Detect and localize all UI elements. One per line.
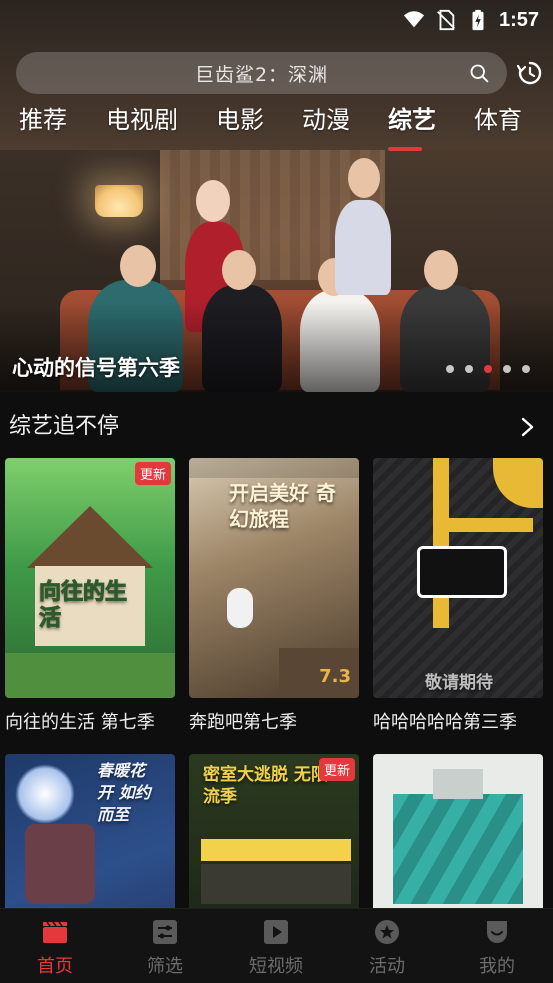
banner-person-head <box>348 158 380 198</box>
poster-title-text: 向往的生活 <box>39 580 128 632</box>
poster-frame <box>433 769 483 799</box>
show-poster: 密室大逃脱 无限流季 更新 <box>189 754 359 908</box>
poster-title-text: 敬请期待 <box>425 673 493 693</box>
poster-staircase <box>393 794 523 904</box>
poster-logo-box <box>417 546 507 598</box>
poster-astronaut <box>227 588 253 628</box>
show-card[interactable]: 开启美好 奇幻旅程 7.3 奔跑吧第七季 <box>189 458 359 738</box>
nav-short-video[interactable]: 短视频 <box>221 909 331 983</box>
profile-icon <box>487 921 507 943</box>
poster-scenes <box>201 864 351 904</box>
pagination-dot <box>446 365 454 373</box>
star-badge-icon <box>375 920 399 944</box>
show-card[interactable]: 春暖花开 如约而至 <box>5 754 175 908</box>
tab-recommend[interactable]: 推荐 <box>19 100 67 135</box>
banner-person-head <box>222 250 256 290</box>
play-video-icon <box>264 920 288 944</box>
poster-yellow-path <box>433 518 533 532</box>
pagination-dot <box>465 365 473 373</box>
active-tab-indicator <box>388 147 422 151</box>
banner-person-head <box>120 245 156 287</box>
poster-title-text: 开启美好 奇幻旅程 <box>229 481 336 531</box>
history-icon[interactable] <box>517 60 543 86</box>
show-poster: 向往的生活 更新 <box>5 458 175 698</box>
poster-strip <box>201 839 351 861</box>
pagination-dot <box>522 365 530 373</box>
show-card[interactable] <box>373 754 543 908</box>
bottom-navigation: 首页 筛选 短视频 活动 我的 <box>0 908 553 983</box>
banner-title: 心动的信号第六季 <box>12 356 180 380</box>
nav-filter[interactable]: 筛选 <box>110 909 220 983</box>
status-time: 1:57 <box>498 8 539 31</box>
poster-moon <box>15 764 75 824</box>
show-poster: 开启美好 奇幻旅程 7.3 <box>189 458 359 698</box>
banner-person <box>335 200 391 295</box>
chevron-right-icon[interactable] <box>517 416 537 438</box>
search-bar[interactable]: 巨齿鲨2：深渊 <box>16 52 507 94</box>
pagination-dot-active <box>484 365 492 373</box>
poster-top-band <box>189 458 359 478</box>
show-title: 哈哈哈哈哈第三季 <box>373 712 517 733</box>
battery-charging-icon <box>472 9 484 31</box>
show-poster <box>373 754 543 908</box>
status-bar: 1:57 <box>0 0 553 40</box>
banner-pagination <box>446 365 530 373</box>
pagination-dot <box>503 365 511 373</box>
banner-image-lamp <box>95 185 143 217</box>
nav-label: 我的 <box>479 956 515 977</box>
nav-profile[interactable]: 我的 <box>442 909 552 983</box>
banner-person-head <box>196 180 230 222</box>
tab-anime[interactable]: 动漫 <box>302 100 350 135</box>
wifi-icon <box>403 11 425 28</box>
tab-movies[interactable]: 电影 <box>216 100 264 135</box>
nav-label: 短视频 <box>249 956 303 977</box>
section-title: 综艺追不停 <box>9 414 120 439</box>
poster-yellow-path <box>433 458 449 628</box>
tab-sports[interactable]: 体育 <box>474 100 522 135</box>
nav-label: 活动 <box>369 956 405 977</box>
filter-sliders-icon <box>153 920 177 944</box>
show-title: 奔跑吧第七季 <box>189 712 297 733</box>
clapperboard-icon <box>43 921 67 943</box>
app-screen: 心动的信号第六季 1:57 巨齿鲨2：深渊 推荐 电视剧 电影 动漫 综艺 体育… <box>0 0 553 983</box>
show-title: 向往的生活 第七季 <box>5 712 155 733</box>
show-card[interactable]: 敬请期待 哈哈哈哈哈第三季 <box>373 458 543 738</box>
nav-label: 筛选 <box>147 956 183 977</box>
show-card[interactable]: 密室大逃脱 无限流季 更新 <box>189 754 359 908</box>
update-badge: 更新 <box>318 758 355 781</box>
update-badge: 更新 <box>134 462 171 485</box>
rating-score: 7.3 <box>319 666 351 687</box>
nav-label: 首页 <box>37 956 73 977</box>
nav-activity[interactable]: 活动 <box>332 909 442 983</box>
poster-title-text: 春暖花开 如约而至 <box>97 761 151 824</box>
tab-variety[interactable]: 综艺 <box>388 100 436 135</box>
show-card[interactable]: 向往的生活 更新 向往的生活 第七季 <box>5 458 175 738</box>
banner-person-head <box>424 250 458 290</box>
poster-grass <box>5 653 175 698</box>
search-icon[interactable] <box>469 63 489 83</box>
no-sim-icon <box>437 9 455 31</box>
search-placeholder: 巨齿鲨2：深渊 <box>194 63 329 86</box>
show-poster: 春暖花开 如约而至 <box>5 754 175 908</box>
poster-flowers <box>25 824 95 904</box>
show-poster: 敬请期待 <box>373 458 543 698</box>
poster-house-roof <box>27 506 153 568</box>
nav-home[interactable]: 首页 <box>0 909 110 983</box>
tab-tv-series[interactable]: 电视剧 <box>106 100 178 135</box>
category-tabs: 推荐 电视剧 电影 动漫 综艺 体育 <box>0 100 553 144</box>
